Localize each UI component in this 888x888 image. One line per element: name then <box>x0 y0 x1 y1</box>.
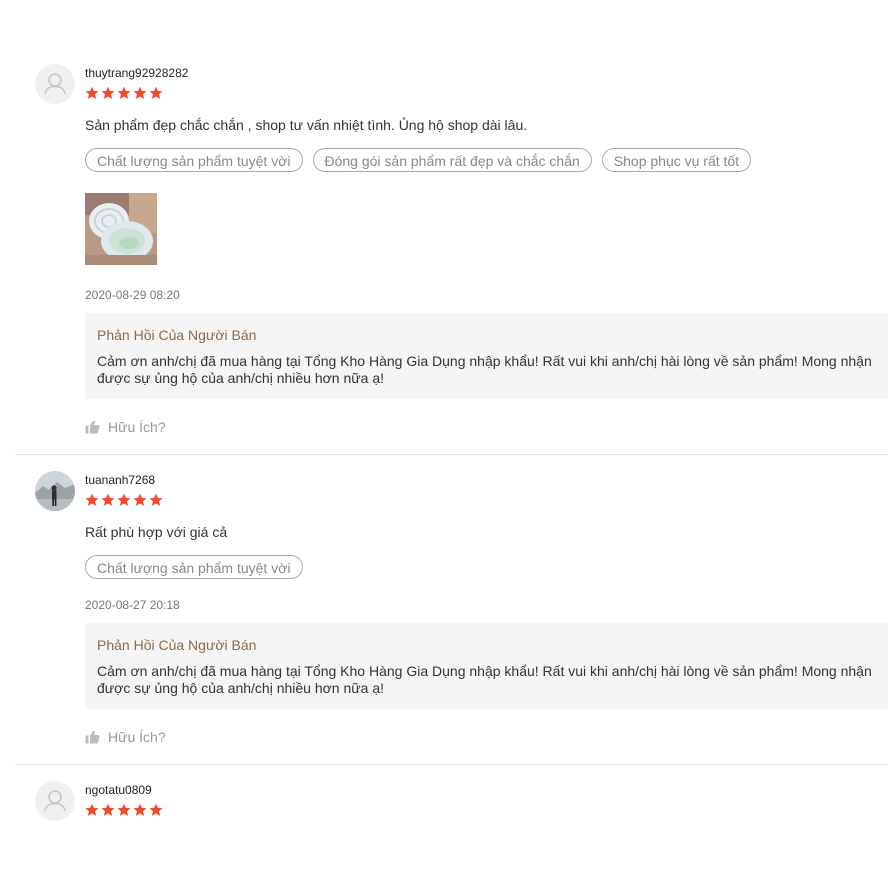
thumbs-up-icon <box>85 730 100 744</box>
star-icon <box>133 803 147 816</box>
star-rating <box>85 803 163 817</box>
star-icon <box>85 803 99 816</box>
review-tag: Đóng gói sản phẩm rất đẹp và chắc chắn <box>312 148 592 172</box>
review-tags: Chất lượng sản phẩm tuyệt vời Đóng gói s… <box>85 148 752 172</box>
user-silhouette-icon <box>35 781 75 821</box>
review-username[interactable]: thuytrang92928282 <box>85 66 188 80</box>
product-photo-image <box>85 193 157 265</box>
review-username[interactable]: tuananh7268 <box>85 473 155 487</box>
seller-reply-text: Cảm ơn anh/chị đã mua hàng tại Tổng Kho … <box>97 353 872 386</box>
thumbs-up-icon <box>85 420 100 434</box>
review-comment: Sản phẩm đẹp chắc chắn , shop tư vấn nhi… <box>85 117 528 133</box>
star-rating <box>85 86 163 100</box>
helpful-button[interactable]: Hữu Ích? <box>85 419 166 435</box>
helpful-label: Hữu Ích? <box>108 729 166 745</box>
review-tags: Chất lượng sản phẩm tuyệt vời <box>85 555 303 579</box>
seller-reply-title: Phản Hồi Của Người Bán <box>97 637 257 653</box>
star-icon <box>85 493 99 506</box>
review-timestamp: 2020-08-27 20:18 <box>85 598 180 612</box>
user-photo-avatar <box>35 471 75 511</box>
star-icon <box>149 493 163 506</box>
review-tag: Chất lượng sản phẩm tuyệt vời <box>85 148 303 172</box>
star-icon <box>117 803 131 816</box>
review-username[interactable]: ngotatu0809 <box>85 783 152 797</box>
avatar[interactable] <box>35 471 75 511</box>
avatar[interactable] <box>35 781 75 821</box>
seller-reply: Phản Hồi Của Người Bán Cảm ơn anh/chị đã… <box>85 313 888 399</box>
star-icon <box>85 86 99 99</box>
review-tag: Chất lượng sản phẩm tuyệt vời <box>85 555 303 579</box>
seller-reply-text: Cảm ơn anh/chị đã mua hàng tại Tổng Kho … <box>97 663 872 696</box>
star-rating <box>85 493 163 507</box>
seller-reply-title: Phản Hồi Của Người Bán <box>97 327 257 343</box>
seller-reply: Phản Hồi Của Người Bán Cảm ơn anh/chị đã… <box>85 623 888 709</box>
star-icon <box>149 803 163 816</box>
helpful-button[interactable]: Hữu Ích? <box>85 729 166 745</box>
star-icon <box>101 493 115 506</box>
star-icon <box>149 86 163 99</box>
star-icon <box>101 803 115 816</box>
review-comment: Rất phù hợp với giá cả <box>85 524 228 540</box>
star-icon <box>117 86 131 99</box>
user-silhouette-icon <box>35 64 75 104</box>
star-icon <box>133 493 147 506</box>
review-divider <box>15 454 888 455</box>
review-divider <box>15 764 888 765</box>
review-tag: Shop phục vụ rất tốt <box>601 148 752 172</box>
review-photo-thumbnail[interactable] <box>85 193 157 265</box>
star-icon <box>117 493 131 506</box>
review-timestamp: 2020-08-29 08:20 <box>85 288 180 302</box>
helpful-label: Hữu Ích? <box>108 419 166 435</box>
avatar[interactable] <box>35 64 75 104</box>
star-icon <box>133 86 147 99</box>
star-icon <box>101 86 115 99</box>
